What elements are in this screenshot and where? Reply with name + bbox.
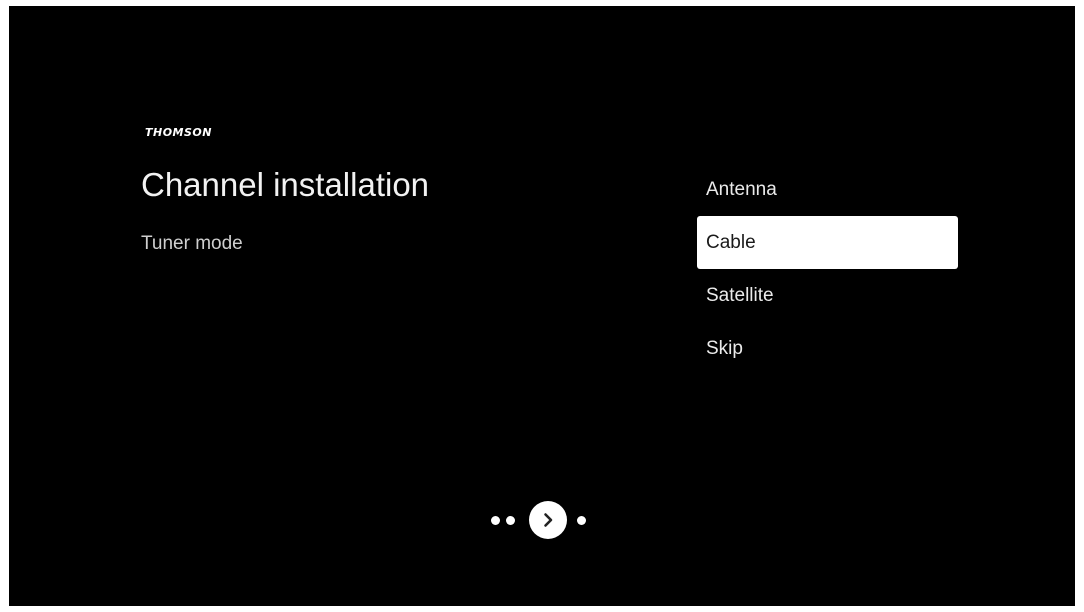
step-dot-2 [506,515,515,525]
tv-screen: THOMSON Channel installation Tuner mode … [9,6,1075,606]
step-dot-4 [577,515,586,525]
tuner-mode-list: Antenna Cable Satellite Skip [697,163,958,375]
option-cable[interactable]: Cable [697,216,958,269]
page-title: Channel installation [141,166,430,203]
step-pager [491,500,586,540]
brand-logo: THOMSON [145,126,212,139]
option-skip[interactable]: Skip [697,322,958,375]
next-button[interactable] [529,501,567,539]
option-antenna[interactable]: Antenna [697,163,958,216]
page-subtitle: Tuner mode [141,233,243,254]
chevron-right-icon [544,513,553,527]
option-satellite[interactable]: Satellite [697,269,958,322]
step-dot-1 [491,515,500,525]
